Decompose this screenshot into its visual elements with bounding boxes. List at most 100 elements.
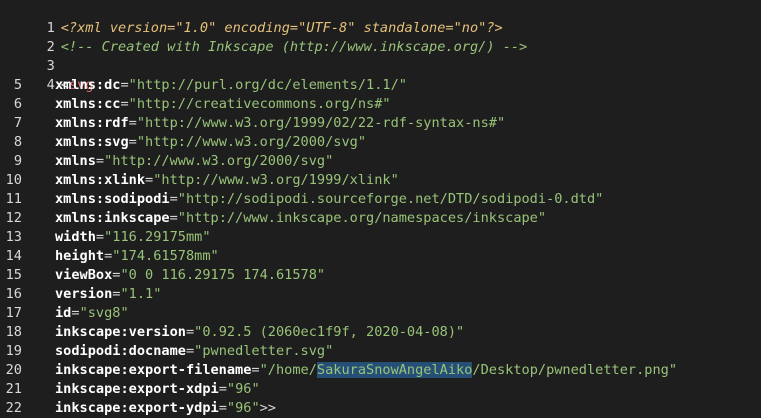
code-line-22[interactable]: 22 inkscape:export-ydpi="96">> [0,399,761,418]
attribute-value-prefix: /home/ [267,362,317,378]
attribute-name: id [55,305,72,321]
attribute-value: http://www.w3.org/2000/svg [112,153,326,169]
quote: " [325,153,334,169]
code-editor[interactable]: 1 <?xml version="1.0" encoding="UTF-8" st… [0,0,761,417]
attribute-name: xmlns:inkscape [55,210,170,226]
line-number: 15 [5,267,22,283]
equals-sign: = [218,381,227,397]
equals-sign: = [185,343,195,359]
quote: " [153,286,162,302]
attribute-value: 96 [235,400,252,416]
code-line-15[interactable]: 15 viewBox="0 0 116.29175 174.61578" [0,266,761,285]
attribute-value: http://www.w3.org/1999/xlink [161,172,391,188]
quote: " [177,191,186,207]
quote: " [668,362,678,378]
attribute-value: 116.29175mm [112,229,203,245]
attribute-name: width [55,229,96,245]
quote: " [128,96,137,112]
equals-sign: = [169,210,178,226]
code-line-7[interactable]: 7 xmlns:rdf="http://www.w3.org/1999/02/22… [0,114,761,133]
code-line-5[interactable]: 5 xmlns:dc="http://purl.org/dc/elements/1… [0,76,761,95]
attribute-value: http://www.w3.org/2000/svg [145,134,358,150]
line-number: 7 [13,115,22,131]
quote: " [390,172,399,188]
line-number: 11 [5,191,22,207]
attribute-name: inkscape:export-filename [55,362,252,378]
line-number: 20 [5,362,22,378]
code-line-3[interactable]: 3 [0,38,761,74]
line-number: 12 [5,210,22,226]
code-line-8[interactable]: 8 xmlns:svg="http://www.w3.org/2000/svg" [0,133,761,152]
quote: " [120,286,129,302]
attribute-name: xmlns:dc [55,77,121,93]
tag-close-bracket: >> [259,400,276,416]
quote: " [251,400,260,416]
quote: " [136,134,146,150]
equals-sign: = [95,229,105,245]
quote: " [382,96,391,112]
attribute-name: inkscape:export-ydpi [55,400,219,416]
equals-sign: = [169,191,178,207]
attribute-name: xmlns:xlink [55,172,146,188]
quote: " [226,400,236,416]
attribute-name: xmlns:rdf [55,115,129,131]
attribute-value: http://www.inkscape.org/namespaces/inksc… [185,210,538,226]
attribute-value: 1.1 [128,286,154,302]
quote: " [79,305,88,321]
line-number: 22 [5,400,22,416]
code-line-20[interactable]: 20 inkscape:export-filename= " /home/Sakura… [0,361,761,380]
equals-sign: = [128,115,137,131]
quote: " [120,267,129,283]
quote: " [128,77,137,93]
quote: " [496,115,506,131]
line-number: 21 [5,381,22,397]
quote: " [456,324,465,340]
code-line-16[interactable]: 16 version="1.1" [0,285,761,304]
quote: " [136,115,146,131]
code-line-10[interactable]: 10 xmlns:xlink= "http://www.w3.org/1999/xl… [0,171,761,190]
line-number: 8 [13,134,22,150]
attribute-value: 174.61578mm [120,248,211,264]
equals-sign: = [185,324,195,340]
equals-sign: = [251,362,260,378]
attribute-name: sodipodi:docname [55,343,186,359]
code-line-18[interactable]: 18 inkscape:version= "0.92.5 (2060ec1f9f, … [0,323,761,342]
code-line-6[interactable]: 6 xmlns:cc="http://creativecommons.org/ns… [0,95,761,114]
code-line-2[interactable]: 2 <!-- Created with Inkscape (http://www.… [0,19,761,55]
attribute-value: http://www.w3.org/1999/02/22-rdf-syntax-… [145,115,497,131]
quote: " [316,267,326,283]
code-line-19[interactable]: 19 sodipodi:docname="pwnedletter.svg" [0,342,761,361]
attribute-value: pwnedletter.svg [202,343,326,359]
attribute-value-suffix: /Desktop/pwnedletter.png [472,362,669,378]
equals-sign: = [95,153,105,169]
quote: " [202,229,211,245]
code-line-14[interactable]: 14 height="174.61578mm" [0,247,761,266]
line-number: 9 [13,153,22,169]
attribute-value: 0.92.5 (2060ec1f9f, 2020-04-08) [202,324,457,340]
quote: " [595,191,604,207]
code-line-11[interactable]: 11 xmlns:sodipodi="http://sodipodi.source… [0,190,761,209]
line-number: 13 [5,229,22,245]
line-number: 14 [5,248,22,264]
code-line-1[interactable]: 1 <?xml version="1.0" encoding="UTF-8" st… [0,0,761,36]
quote: " [357,134,367,150]
attribute-value: 96 [235,381,252,397]
equals-sign: = [145,172,154,188]
code-line-4[interactable]: 4 <svg [0,57,761,93]
line-number: 17 [5,305,22,321]
quote: " [177,210,186,226]
equals-sign: = [120,77,129,93]
code-line-9[interactable]: 9 xmlns="http://www.w3.org/2000/svg" [0,152,761,171]
attribute-name: height [55,248,105,264]
code-line-12[interactable]: 12 xmlns:inkscape="http://www.inkscape.or… [0,209,761,228]
line-number: 6 [13,96,22,112]
code-line-17[interactable]: 17 id="svg8" [0,304,761,323]
line-number: 18 [5,324,22,340]
code-line-13[interactable]: 13 width="116.29175mm" [0,228,761,247]
attribute-name: inkscape:export-xdpi [55,381,219,397]
equals-sign: = [71,305,80,321]
attribute-value: http://sodipodi.sourceforge.net/DTD/sodi… [185,191,596,207]
selected-text[interactable]: SakuraSnowAngelAiko [316,362,473,378]
code-line-21[interactable]: 21 inkscape:export-xdpi="96" [0,380,761,399]
equals-sign: = [218,400,227,416]
